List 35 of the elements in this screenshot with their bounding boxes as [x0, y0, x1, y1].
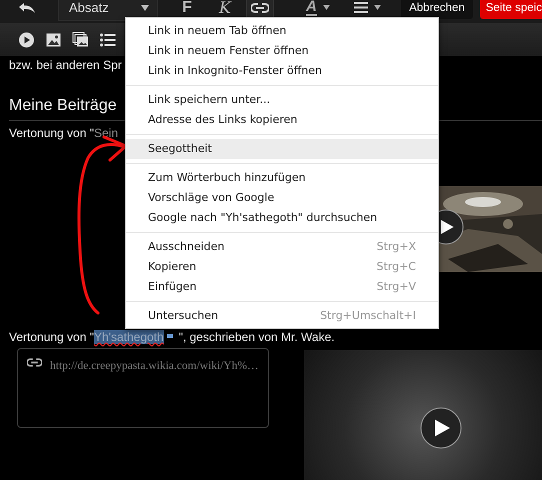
menu-item[interactable]: Link in neuem Tab öffnen	[126, 21, 438, 41]
menu-item[interactable]: Ausschneiden Strg+X	[126, 237, 438, 257]
entry-link[interactable]: Sein	[94, 126, 118, 140]
link-icon[interactable]	[27, 358, 42, 367]
menu-item[interactable]: Link in Inkognito-Fenster öffnen	[126, 61, 438, 81]
link-url[interactable]: http://de.creepypasta.wikia.com/wiki/Yh%…	[50, 358, 259, 376]
dropdown-value: Absatz	[69, 0, 109, 17]
menu-item[interactable]: Link in neuem Fenster öffnen	[126, 41, 438, 61]
play-icon[interactable]	[18, 32, 35, 48]
save-button[interactable]: Seite speic	[480, 0, 542, 18]
menu-item[interactable]: Zum Wörterbuch hinzufügen	[126, 168, 438, 188]
menu-item[interactable]: Vorschläge von Google	[126, 188, 438, 208]
caret-icon	[141, 4, 149, 10]
image-icon[interactable]	[45, 32, 62, 48]
link-mark-icon	[166, 334, 173, 338]
link-icon	[251, 2, 269, 12]
list-icon[interactable]	[99, 32, 116, 48]
undo-icon[interactable]	[18, 2, 36, 14]
caret-icon	[322, 5, 330, 10]
menu-item[interactable]: Seegottheit	[126, 139, 438, 159]
bold-button[interactable]: F	[178, 0, 196, 20]
cancel-button[interactable]: Abbrechen	[401, 0, 473, 18]
menu-item[interactable]: Kopieren Strg+C	[126, 257, 438, 277]
entry-text: Vertonung von "Yh'sathegoth ", geschrieben von Mr. Wake.	[9, 329, 336, 345]
italic-button[interactable]: K	[216, 0, 234, 20]
lines-icon	[354, 2, 368, 13]
paragraph-text: bzw. bei anderen Spr	[9, 58, 122, 72]
align-button[interactable]	[354, 2, 382, 13]
caret-icon	[374, 5, 382, 10]
play-icon[interactable]	[420, 408, 462, 448]
format-dropdown[interactable]: Absatz	[58, 0, 158, 20]
menu-item[interactable]: Untersuchen Strg+Umschalt+I	[126, 306, 438, 326]
menu-item[interactable]: Google nach "Yh'sathegoth" durchsuchen	[126, 208, 438, 228]
gallery-icon[interactable]	[72, 32, 89, 48]
menu-item[interactable]: Einfügen Strg+V	[126, 277, 438, 297]
